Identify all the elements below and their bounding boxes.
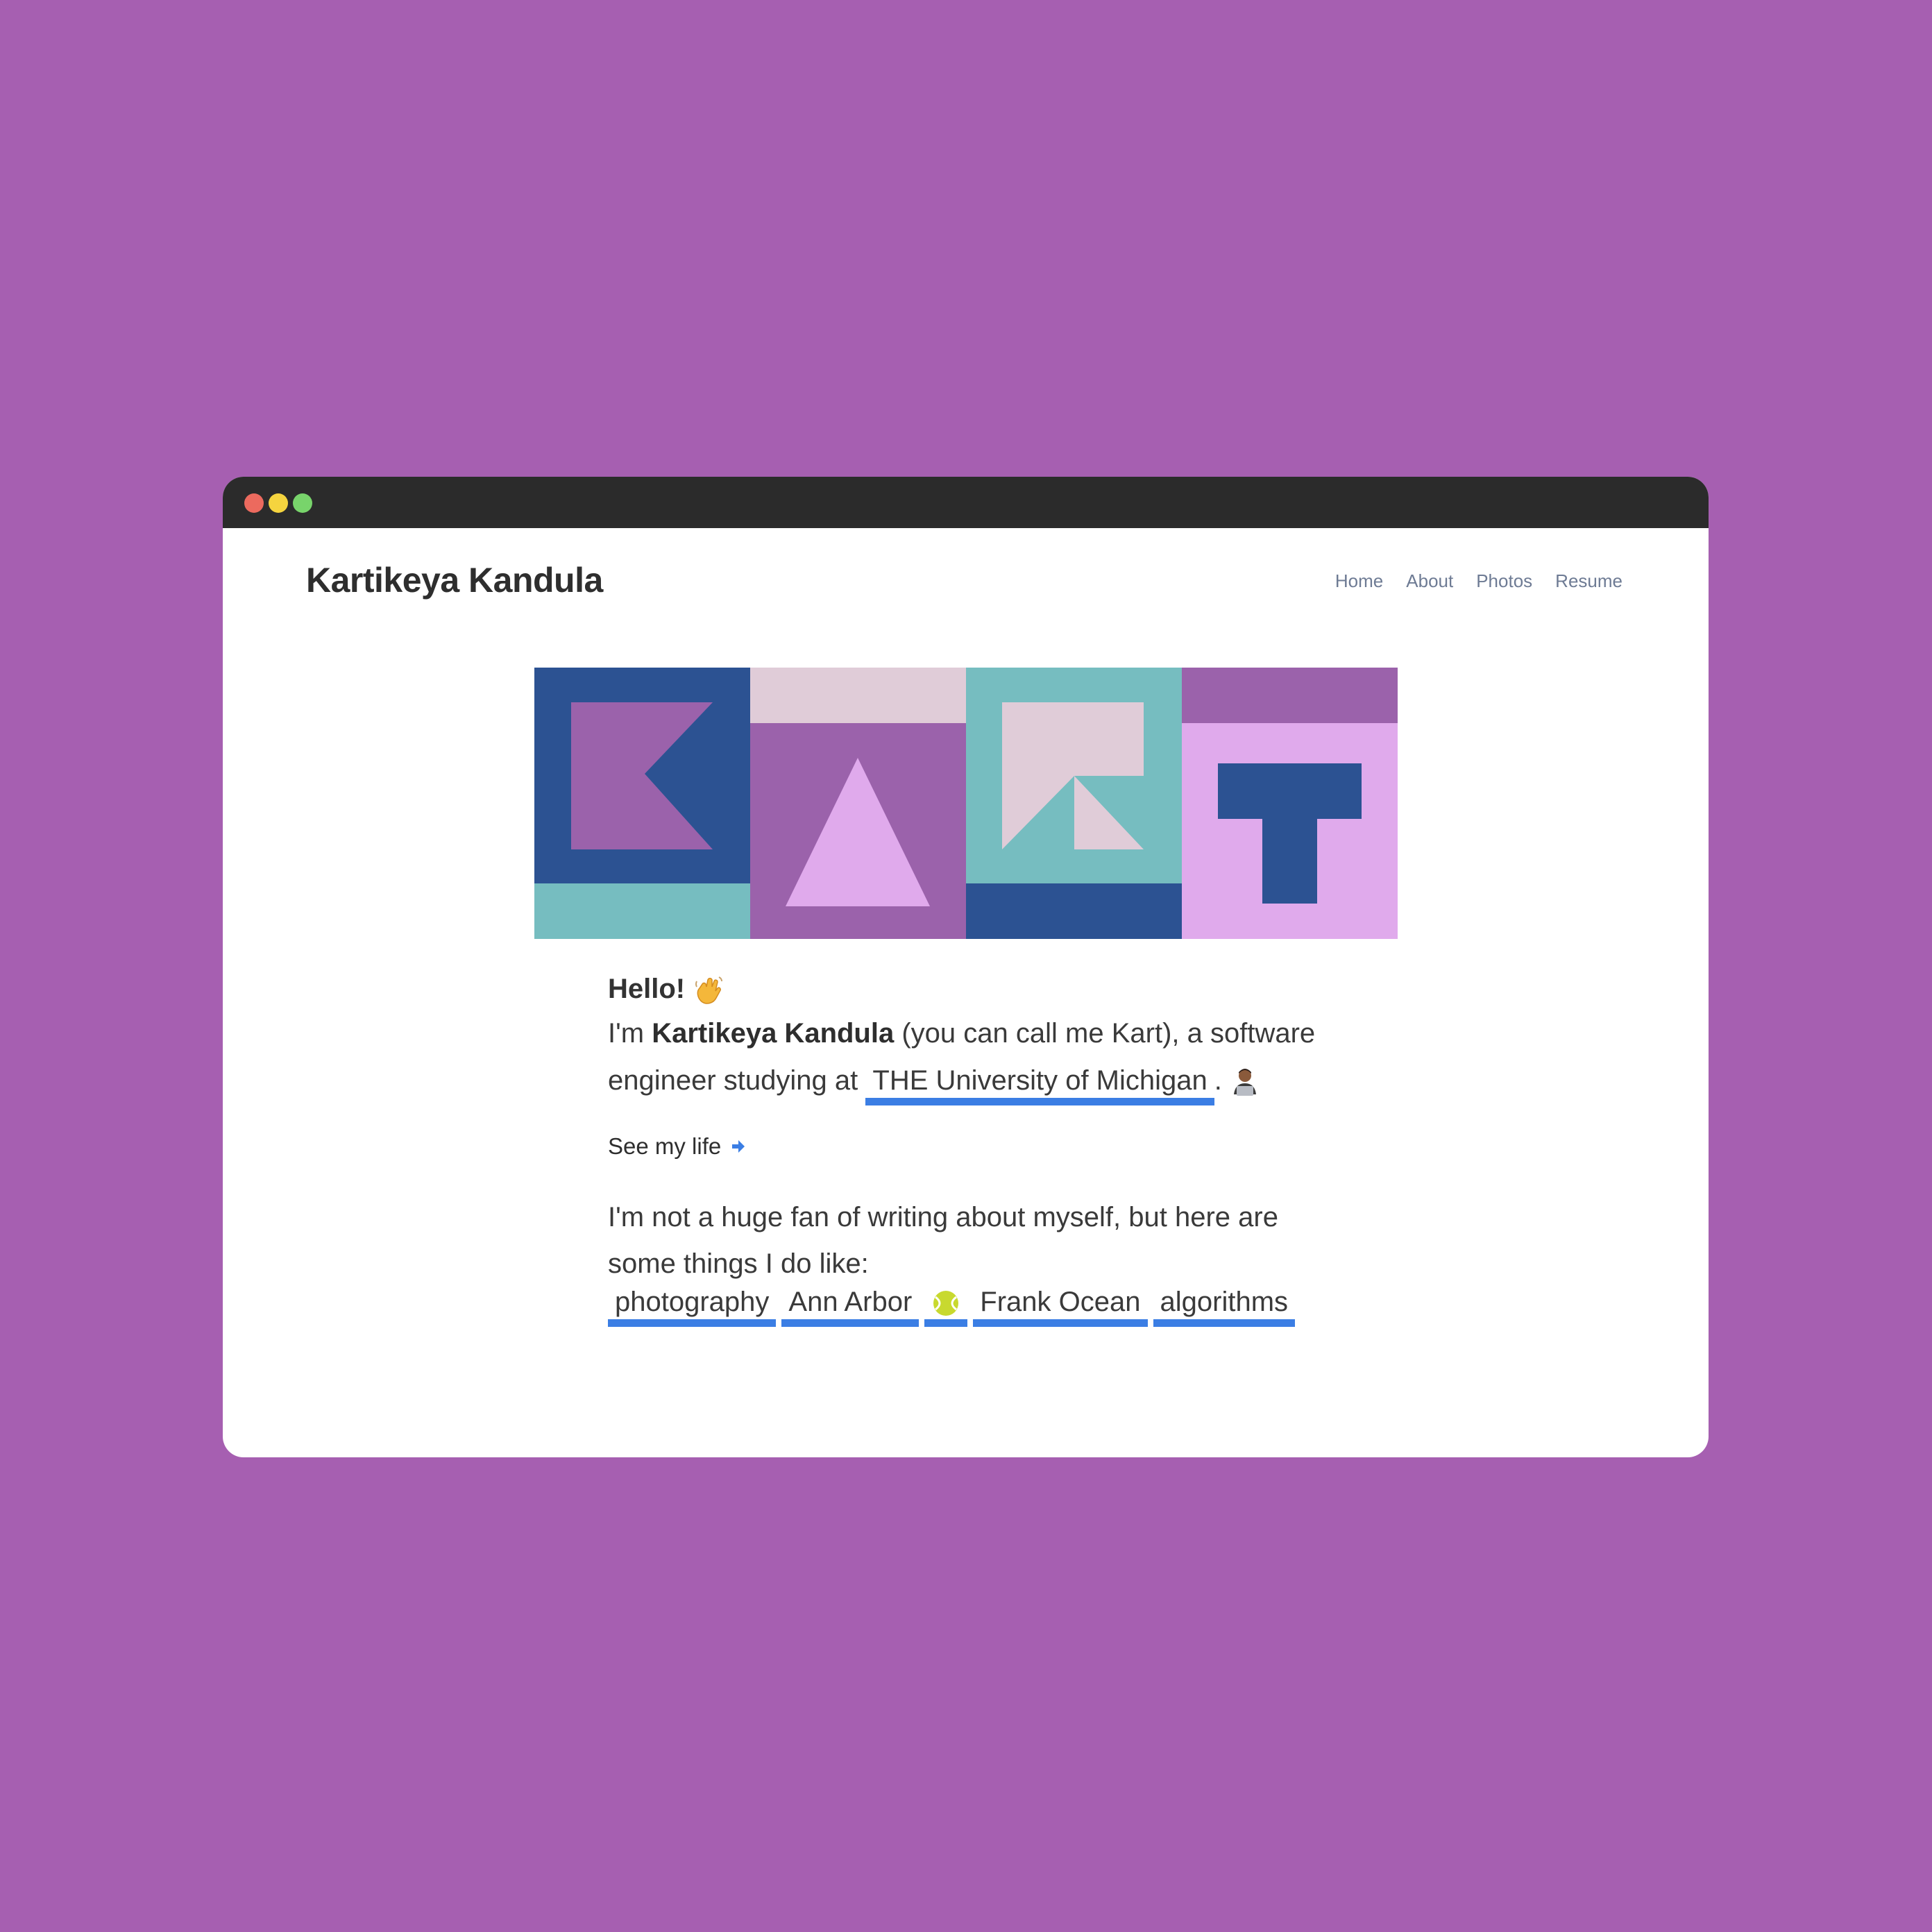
technologist-icon bbox=[1234, 1069, 1257, 1096]
waving-hand-icon bbox=[695, 976, 723, 1005]
maximize-window-button[interactable] bbox=[293, 493, 312, 513]
tag-tennis[interactable] bbox=[924, 1285, 968, 1327]
likes-tags: photography Ann Arbor Frank Ocean algori… bbox=[608, 1285, 1344, 1327]
intro-im: I'm bbox=[608, 1018, 645, 1049]
banner-letter-k bbox=[534, 668, 750, 939]
likes-paragraph: I'm not a huge fan of writing about myse… bbox=[608, 1202, 1278, 1279]
site-title[interactable]: Kartikeya Kandula bbox=[306, 560, 603, 600]
tennis-ball-icon bbox=[933, 1291, 959, 1316]
window-titlebar bbox=[223, 477, 1709, 528]
banner-letter-r bbox=[966, 668, 1182, 939]
nav-resume[interactable]: Resume bbox=[1555, 570, 1622, 592]
arrow-right-icon bbox=[732, 1140, 745, 1153]
close-window-button[interactable] bbox=[244, 493, 264, 513]
see-my-life-label: See my life bbox=[608, 1133, 722, 1159]
nav-photos[interactable]: Photos bbox=[1476, 570, 1532, 592]
intro-period: . bbox=[1214, 1065, 1222, 1096]
tag-algorithms[interactable]: algorithms bbox=[1153, 1285, 1296, 1327]
greeting-text: Hello! bbox=[608, 974, 686, 1004]
nav-about[interactable]: About bbox=[1406, 570, 1453, 592]
intro-section: Hello! I'm Kartikeya Kandula (you can ca… bbox=[608, 968, 1344, 1327]
intro-name: Kartikeya Kandula bbox=[652, 1018, 895, 1049]
minimize-window-button[interactable] bbox=[269, 493, 288, 513]
nav-home[interactable]: Home bbox=[1335, 570, 1383, 592]
tag-ann-arbor[interactable]: Ann Arbor bbox=[781, 1285, 920, 1327]
see-my-life-link[interactable]: See my life bbox=[608, 1133, 746, 1160]
university-link[interactable]: THE University of Michigan bbox=[865, 1063, 1214, 1105]
greeting: Hello! bbox=[608, 968, 1344, 1010]
tag-photography[interactable]: photography bbox=[608, 1285, 777, 1327]
browser-window: Kartikeya Kandula Home About Photos Resu… bbox=[223, 477, 1709, 1457]
intro-paragraph: I'm Kartikeya Kandula (you can call me K… bbox=[608, 1010, 1344, 1105]
banner-letter-a bbox=[750, 668, 966, 939]
kart-banner bbox=[534, 668, 1398, 939]
tag-frank-ocean[interactable]: Frank Ocean bbox=[973, 1285, 1148, 1327]
top-nav: Home About Photos Resume bbox=[1335, 570, 1622, 592]
banner-letter-t bbox=[1182, 668, 1398, 939]
